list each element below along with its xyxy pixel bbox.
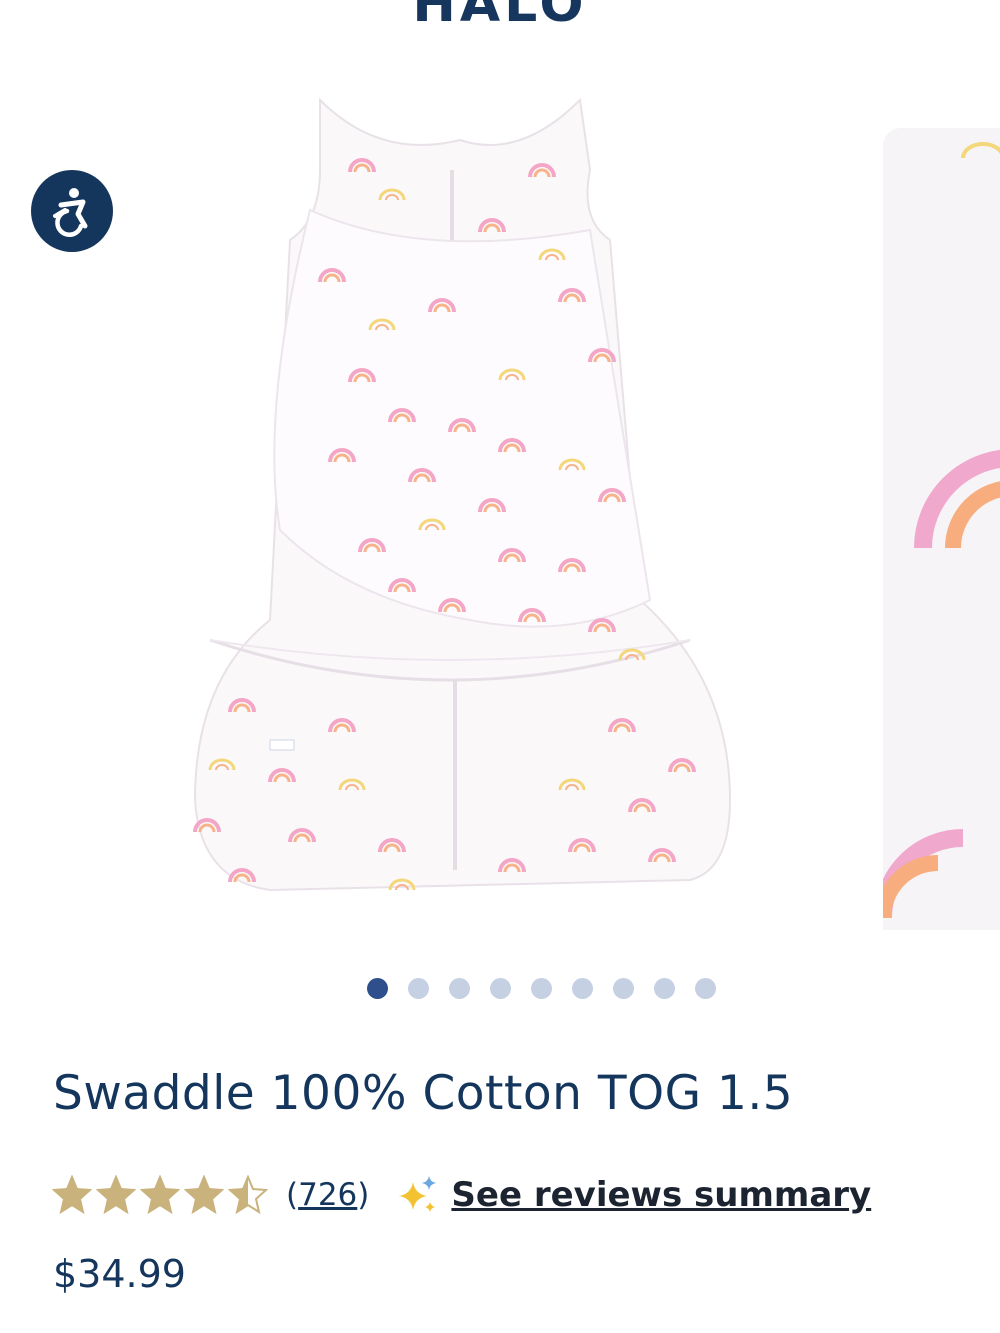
rating-row: (726) See reviews summary bbox=[52, 1170, 871, 1220]
review-count-paren-close: ) bbox=[357, 1177, 370, 1213]
accessibility-icon bbox=[53, 188, 88, 237]
carousel-dot[interactable] bbox=[572, 978, 593, 999]
accessibility-button[interactable] bbox=[31, 170, 113, 252]
product-image-next[interactable] bbox=[883, 128, 1000, 930]
star-full-icon bbox=[184, 1175, 224, 1215]
carousel-dot[interactable] bbox=[367, 978, 388, 999]
carousel-dot[interactable] bbox=[613, 978, 634, 999]
product-price: $34.99 bbox=[53, 1252, 186, 1296]
carousel-dot[interactable] bbox=[449, 978, 470, 999]
review-count: 726 bbox=[298, 1177, 358, 1213]
brand-logo-text[interactable]: HALO bbox=[0, 0, 1000, 34]
star-full-icon bbox=[52, 1175, 92, 1215]
carousel-dot[interactable] bbox=[531, 978, 552, 999]
carousel-dot[interactable] bbox=[490, 978, 511, 999]
star-half-icon bbox=[228, 1175, 268, 1215]
product-title: Swaddle 100% Cotton TOG 1.5 bbox=[53, 1066, 794, 1121]
product-image-main[interactable] bbox=[170, 80, 750, 910]
carousel-dot[interactable] bbox=[408, 978, 429, 999]
star-rating[interactable] bbox=[52, 1175, 268, 1215]
star-full-icon bbox=[96, 1175, 136, 1215]
star-full-icon bbox=[140, 1175, 180, 1215]
carousel-dot[interactable] bbox=[654, 978, 675, 999]
review-count-link[interactable]: (726) bbox=[286, 1177, 369, 1213]
product-image-carousel[interactable] bbox=[0, 60, 1000, 930]
carousel-pagination bbox=[367, 978, 716, 999]
see-reviews-summary-link[interactable]: See reviews summary bbox=[451, 1175, 871, 1215]
review-count-paren-open: ( bbox=[286, 1177, 299, 1213]
sparkle-icon bbox=[399, 1176, 437, 1212]
carousel-dot[interactable] bbox=[695, 978, 716, 999]
